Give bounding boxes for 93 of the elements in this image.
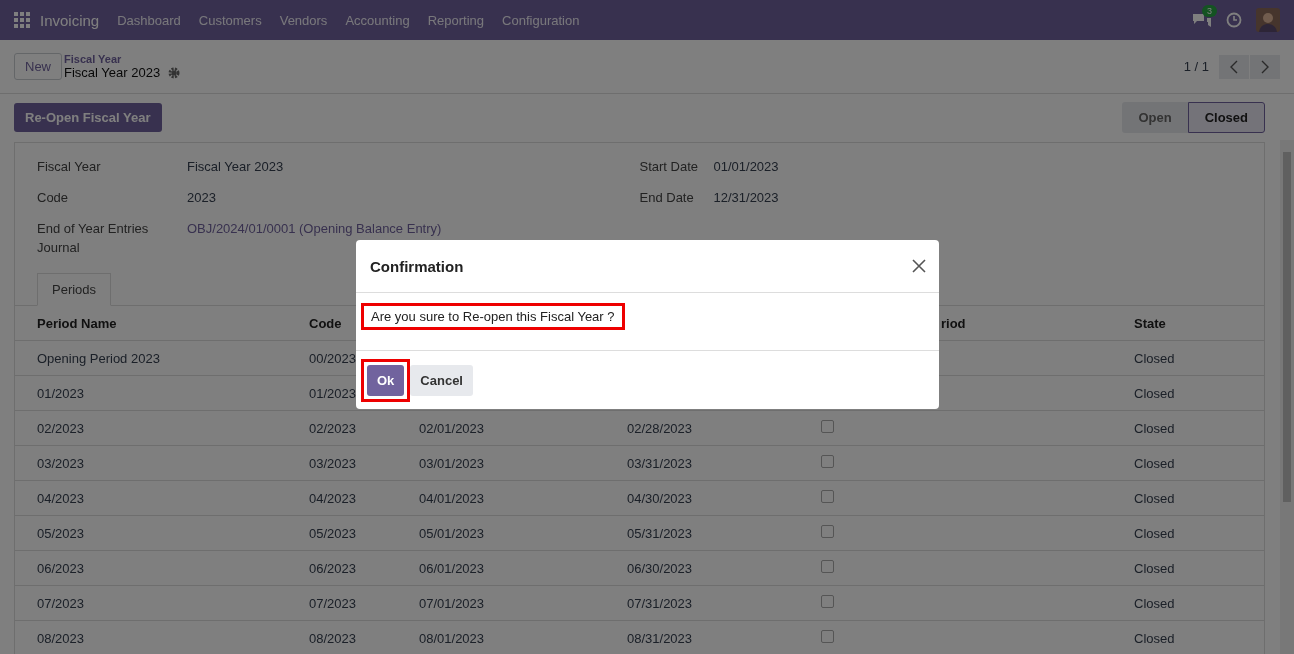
checkbox[interactable] — [821, 420, 834, 433]
column-header: Period Name — [37, 315, 117, 331]
journal-link[interactable]: OBJ/2024/01/0001 (Opening Balance Entry) — [187, 219, 442, 257]
table-cell: 02/28/2023 — [627, 420, 693, 436]
table-cell: 02/2023 — [309, 420, 356, 436]
chevron-left-icon — [1230, 59, 1238, 74]
table-cell: Closed — [1134, 525, 1175, 541]
table-cell: 07/2023 — [37, 595, 84, 611]
chat-icon[interactable] — [1192, 12, 1212, 28]
table-cell: 08/31/2023 — [627, 630, 693, 646]
table-cell: Closed — [1134, 595, 1175, 611]
table-cell: Closed — [1134, 490, 1175, 506]
table-cell: Closed — [1134, 560, 1175, 576]
menu-item[interactable]: Reporting — [427, 12, 485, 28]
menu-item[interactable]: Dashboard — [117, 12, 181, 28]
chevron-right-icon — [1261, 59, 1269, 74]
table-cell: 01/2023 — [37, 385, 84, 401]
table-cell: 01/2023 — [309, 385, 356, 401]
clock-icon[interactable] — [1226, 12, 1242, 28]
menu-item[interactable]: Accounting — [345, 12, 410, 28]
table-cell: 04/2023 — [37, 490, 84, 506]
table-cell: 04/2023 — [309, 490, 356, 506]
apps-grid-icon[interactable] — [14, 12, 30, 28]
field-value: Fiscal Year 2023 — [187, 158, 284, 176]
menu-item[interactable]: Configuration — [502, 12, 580, 28]
table-cell: 07/31/2023 — [627, 595, 693, 611]
field-label: Start Date — [639, 158, 700, 176]
field-label: Fiscal Year — [37, 158, 102, 176]
avatar-icon[interactable] — [1256, 8, 1280, 32]
table-cell: Closed — [1134, 455, 1175, 471]
field-label: End of Year Entries Journal — [37, 220, 150, 257]
pager-counter: 1 / 1 — [1183, 59, 1209, 74]
confirmation-message: Are you sure to Re-open this Fiscal Year ? — [361, 303, 625, 330]
table-cell: 02/01/2023 — [419, 420, 485, 436]
table-cell: 05/2023 — [309, 525, 356, 541]
close-icon[interactable] — [912, 259, 926, 273]
table-cell: 05/2023 — [37, 525, 84, 541]
field-value: 12/31/2023 — [713, 189, 779, 207]
table-cell: 07/2023 — [309, 595, 356, 611]
table-cell: 05/01/2023 — [419, 525, 485, 541]
table-cell: 00/2023 — [309, 350, 356, 366]
table-cell: 08/01/2023 — [419, 630, 485, 646]
table-cell: 06/01/2023 — [419, 560, 485, 576]
dialog-title: Confirmation — [370, 257, 464, 275]
status-stage[interactable]: Open — [1122, 101, 1188, 133]
field-label: Code — [37, 189, 70, 207]
table-cell: 03/31/2023 — [627, 455, 693, 471]
column-header: riod — [940, 315, 967, 331]
field-label: End Date — [639, 189, 695, 207]
table-cell: 06/2023 — [309, 560, 356, 576]
table-cell: Closed — [1134, 350, 1175, 366]
table-cell: 06/30/2023 — [627, 560, 693, 576]
ok-button[interactable]: Ok — [367, 364, 405, 396]
menu-item[interactable]: Vendors — [279, 12, 328, 28]
table-cell: 03/2023 — [309, 455, 356, 471]
new-button[interactable]: New — [14, 53, 62, 80]
menu-item[interactable]: Customers — [198, 12, 262, 28]
column-header: State — [1134, 315, 1166, 331]
field-value: 2023 — [187, 189, 216, 207]
status-stage[interactable]: Closed — [1187, 101, 1265, 133]
scrollbar[interactable] — [1280, 140, 1294, 654]
checkbox[interactable] — [821, 455, 834, 468]
checkbox[interactable] — [821, 595, 834, 608]
breadcrumb-link[interactable]: Fiscal Year — [64, 53, 181, 65]
table-cell: 03/2023 — [37, 455, 84, 471]
table-cell: 02/2023 — [37, 420, 84, 436]
table-cell: 06/2023 — [37, 560, 84, 576]
app-name[interactable]: Invoicing — [40, 11, 100, 29]
tab[interactable]: Periods — [37, 273, 112, 306]
table-cell: Opening Period 2023 — [37, 350, 160, 366]
next-button[interactable] — [1250, 54, 1280, 79]
gear-icon[interactable] — [168, 66, 181, 79]
table-cell: 08/2023 — [37, 630, 84, 646]
table-cell: 04/01/2023 — [419, 490, 485, 506]
table-cell: Closed — [1134, 420, 1175, 436]
reopen-button[interactable]: Re-Open Fiscal Year — [14, 102, 162, 132]
table-cell: 03/01/2023 — [419, 455, 485, 471]
table-cell: 08/2023 — [309, 630, 356, 646]
table-cell: Closed — [1134, 385, 1175, 401]
notification-badge: 3 — [1202, 5, 1217, 17]
checkbox[interactable] — [821, 525, 834, 538]
field-value: 01/01/2023 — [713, 158, 779, 176]
record-title: Fiscal Year 2023 — [64, 65, 161, 80]
column-header: Code — [309, 315, 342, 331]
table-cell: 07/01/2023 — [419, 595, 485, 611]
table-cell: 05/31/2023 — [627, 525, 693, 541]
table-cell: Closed — [1134, 630, 1175, 646]
checkbox[interactable] — [821, 630, 834, 643]
table-cell: 04/30/2023 — [627, 490, 693, 506]
previous-button[interactable] — [1219, 54, 1249, 79]
cancel-button[interactable]: Cancel — [410, 364, 473, 396]
checkbox[interactable] — [821, 490, 834, 503]
checkbox[interactable] — [821, 560, 834, 573]
